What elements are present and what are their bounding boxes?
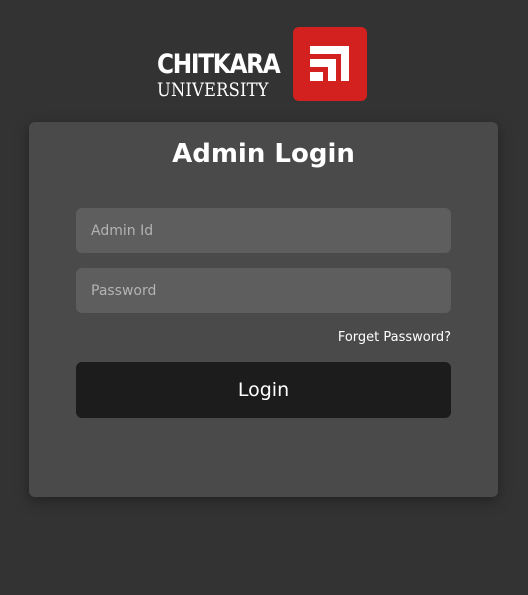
university-logo: CHITKARA UNIVERSITY [157, 27, 369, 101]
logo-sub-text: UNIVERSITY [157, 79, 269, 101]
emblem-graphic [310, 46, 349, 81]
page-title: Admin Login [172, 139, 355, 169]
forget-password-link[interactable]: Forget Password? [338, 328, 451, 348]
admin-id-input[interactable] [76, 208, 451, 253]
logo-main-text: CHITKARA [157, 49, 281, 80]
chitkara-emblem-icon [293, 27, 367, 101]
login-button[interactable]: Login [76, 362, 451, 418]
logo-wordmark: CHITKARA UNIVERSITY [157, 49, 289, 101]
login-page: CHITKARA UNIVERSITY Admin Login Forget P… [0, 0, 528, 595]
login-card: Admin Login Forget Password? Login [29, 122, 498, 497]
password-input[interactable] [76, 268, 451, 313]
